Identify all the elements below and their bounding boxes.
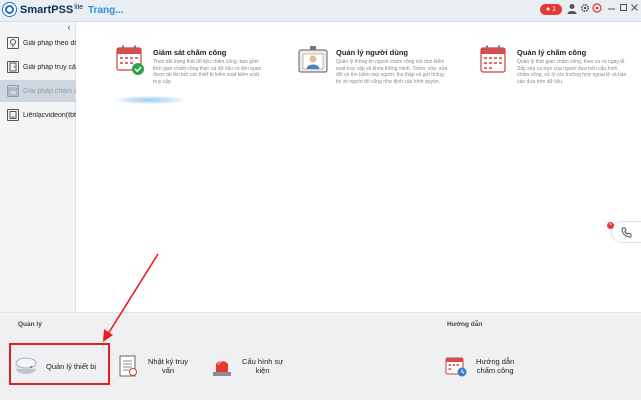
sidebar-item-label: Giải pháp theo dõi [23, 39, 76, 47]
attendance-guide-icon [444, 354, 468, 378]
id-card-icon [298, 44, 328, 76]
sidebar-item-label: Giải pháp chấm c... [23, 87, 76, 95]
card-attendance-management[interactable]: Quản lý chấm công Quản lý thời gian chấm… [479, 44, 629, 114]
calendar-icon [479, 44, 509, 76]
settings-icon[interactable] [591, 3, 603, 16]
record-count: 1 [552, 6, 557, 13]
phone-close-icon[interactable]: × [607, 222, 614, 229]
record-badge[interactable]: ● 1 [540, 4, 562, 15]
sidebar-item-video-call[interactable]: Liênlạcvideon(tbt) [0, 104, 76, 126]
sidebar-item-label: Liênlạcvideon(tbt) [23, 111, 76, 119]
card-user-management[interactable]: Quản lý người dùng Quản lý thông tin ngư… [298, 44, 448, 114]
card-description: Quản lý thông tin người chấm công mô đun… [336, 59, 448, 85]
close-icon[interactable] [628, 3, 640, 16]
event-config-button[interactable]: Cấu hình sự kiện [210, 354, 283, 378]
card-selection-glow [115, 96, 185, 104]
app-logo: SmartPSSlite [3, 3, 83, 16]
tool-label-line: Cấu hình sự kiện [242, 357, 284, 375]
card-description: Quản lý thời gian chấm công, theo ca và … [517, 59, 627, 85]
section-label-guide: Hướng dẫn [447, 321, 483, 328]
card-title: Giám sát chấm công [153, 48, 227, 57]
door-icon [7, 61, 19, 73]
tool-label: Nhật ký truy vấn [148, 357, 188, 375]
user-icon[interactable] [566, 3, 578, 16]
attendance-icon [7, 85, 19, 97]
sidebar-item-access[interactable]: Giải pháp truy cập [0, 56, 76, 78]
query-log-button[interactable]: Nhật ký truy vấn [116, 354, 188, 378]
log-icon [116, 354, 140, 378]
sidebar-item-label: Giải pháp truy cập [23, 63, 76, 71]
card-title: Quản lý chấm công [517, 48, 587, 57]
app-logo-icon [3, 3, 16, 16]
sidebar: ‹ Giải pháp theo dõi Giải pháp truy cập … [0, 22, 76, 312]
annotation-highlight-box [9, 343, 110, 385]
card-description: Theo dõi trạng thái đổ liệu chấm công, b… [153, 59, 262, 85]
alarm-light-icon [210, 354, 234, 378]
calendar-check-icon [115, 44, 145, 76]
minimize-icon[interactable] [605, 3, 617, 16]
tool-label-line: Hướng dẫn chấm công [476, 357, 515, 375]
gear-icon[interactable] [579, 3, 591, 16]
tool-label: Cấu hình sự kiện [242, 357, 283, 375]
video-call-icon [7, 109, 19, 121]
tab-home[interactable]: Trang... [88, 5, 124, 16]
sidebar-item-monitoring[interactable]: Giải pháp theo dõi [0, 32, 76, 54]
card-attendance-monitoring[interactable]: Giám sát chấm công Theo dõi trạng thái đ… [115, 44, 265, 114]
app-name-suffix: lite [74, 3, 84, 11]
phone-icon [621, 227, 632, 238]
tool-label-line: Nhật ký truy vấn [148, 357, 189, 375]
title-bar: SmartPSSlite Trang... ● 1 [0, 0, 641, 22]
attendance-guide-button[interactable]: Hướng dẫn chấm công [444, 354, 514, 378]
app-name: SmartPSSlite [20, 3, 84, 16]
phone-widget[interactable] [611, 221, 641, 243]
tool-label: Hướng dẫn chấm công [476, 357, 514, 375]
sidebar-collapse-button[interactable]: ‹ [64, 22, 74, 32]
section-label-manage: Quản lý [18, 321, 42, 328]
card-title: Quản lý người dùng [336, 48, 409, 57]
sidebar-item-attendance[interactable]: Giải pháp chấm c... [0, 80, 76, 102]
monitor-icon [7, 37, 19, 49]
